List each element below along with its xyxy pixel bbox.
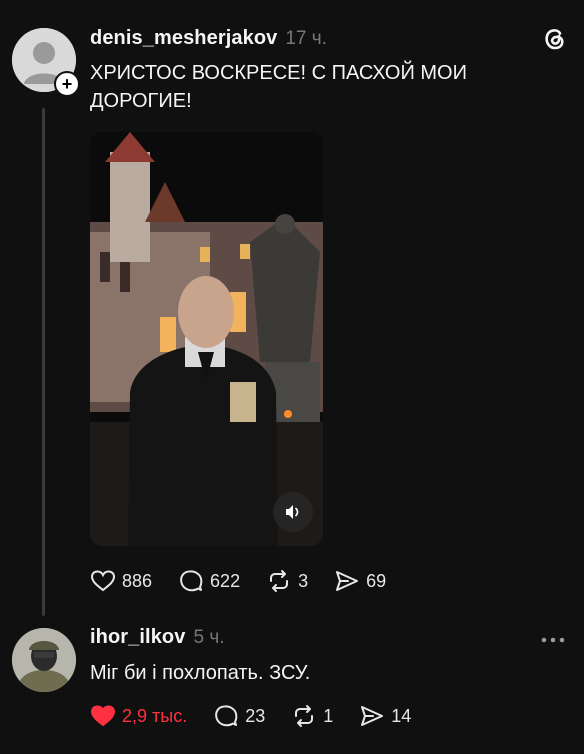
reply-share-count: 14 xyxy=(391,705,412,726)
reply-avatar-image xyxy=(12,628,76,692)
reply-like-button[interactable]: 2,9 тыс. xyxy=(90,704,187,728)
post-video[interactable] xyxy=(90,132,323,546)
reply-text: Міг би і похлопать. ЗСУ. xyxy=(90,662,311,684)
post-time: 17 ч. xyxy=(285,28,327,49)
reply-username[interactable]: ihor_ilkov xyxy=(90,626,185,649)
repost-icon xyxy=(295,705,314,727)
repost-icon xyxy=(270,570,289,592)
reply-author-avatar[interactable] xyxy=(12,628,76,692)
reply-actions: 2,9 тыс. 23 1 14 xyxy=(90,704,437,728)
repost-button[interactable]: 3 xyxy=(266,569,308,593)
follow-plus-button[interactable]: + xyxy=(54,71,80,97)
reply-share-button[interactable]: 14 xyxy=(359,704,411,728)
share-count: 69 xyxy=(366,570,387,591)
video-frame-image xyxy=(90,132,323,546)
heart-filled-icon xyxy=(90,705,116,727)
share-button[interactable]: 69 xyxy=(334,569,386,593)
threads-logo-icon[interactable] xyxy=(540,24,568,52)
more-icon[interactable] xyxy=(540,632,566,643)
repost-count: 3 xyxy=(298,570,309,591)
sound-toggle-button[interactable] xyxy=(273,492,313,532)
share-icon xyxy=(361,706,384,726)
post-actions: 886 622 3 69 xyxy=(90,569,412,593)
thread-line xyxy=(42,108,45,616)
sound-icon xyxy=(286,505,299,519)
post-username[interactable]: denis_mesherjakov xyxy=(90,27,277,50)
reply-repost-button[interactable]: 1 xyxy=(291,704,333,728)
comment-count: 622 xyxy=(210,570,241,591)
like-button[interactable]: 886 xyxy=(90,569,152,593)
reply-comment-count: 23 xyxy=(245,705,266,726)
reply-like-count: 2,9 тыс. xyxy=(122,705,188,726)
post-text-line-1: ХРИСТОС ВОСКРЕСЕ! С ПАСХОЙ МОИ xyxy=(90,62,467,84)
share-icon xyxy=(336,571,359,591)
reply-time: 5 ч. xyxy=(193,627,225,648)
comment-icon xyxy=(215,705,238,727)
post-text-line-2: ДОРОГИЕ! xyxy=(90,90,192,112)
reply-repost-count: 1 xyxy=(323,705,334,726)
reply-comment-button[interactable]: 23 xyxy=(213,704,265,728)
comment-icon xyxy=(180,570,203,592)
heart-icon xyxy=(90,570,116,592)
like-count: 886 xyxy=(122,570,153,591)
comment-button[interactable]: 622 xyxy=(178,569,240,593)
